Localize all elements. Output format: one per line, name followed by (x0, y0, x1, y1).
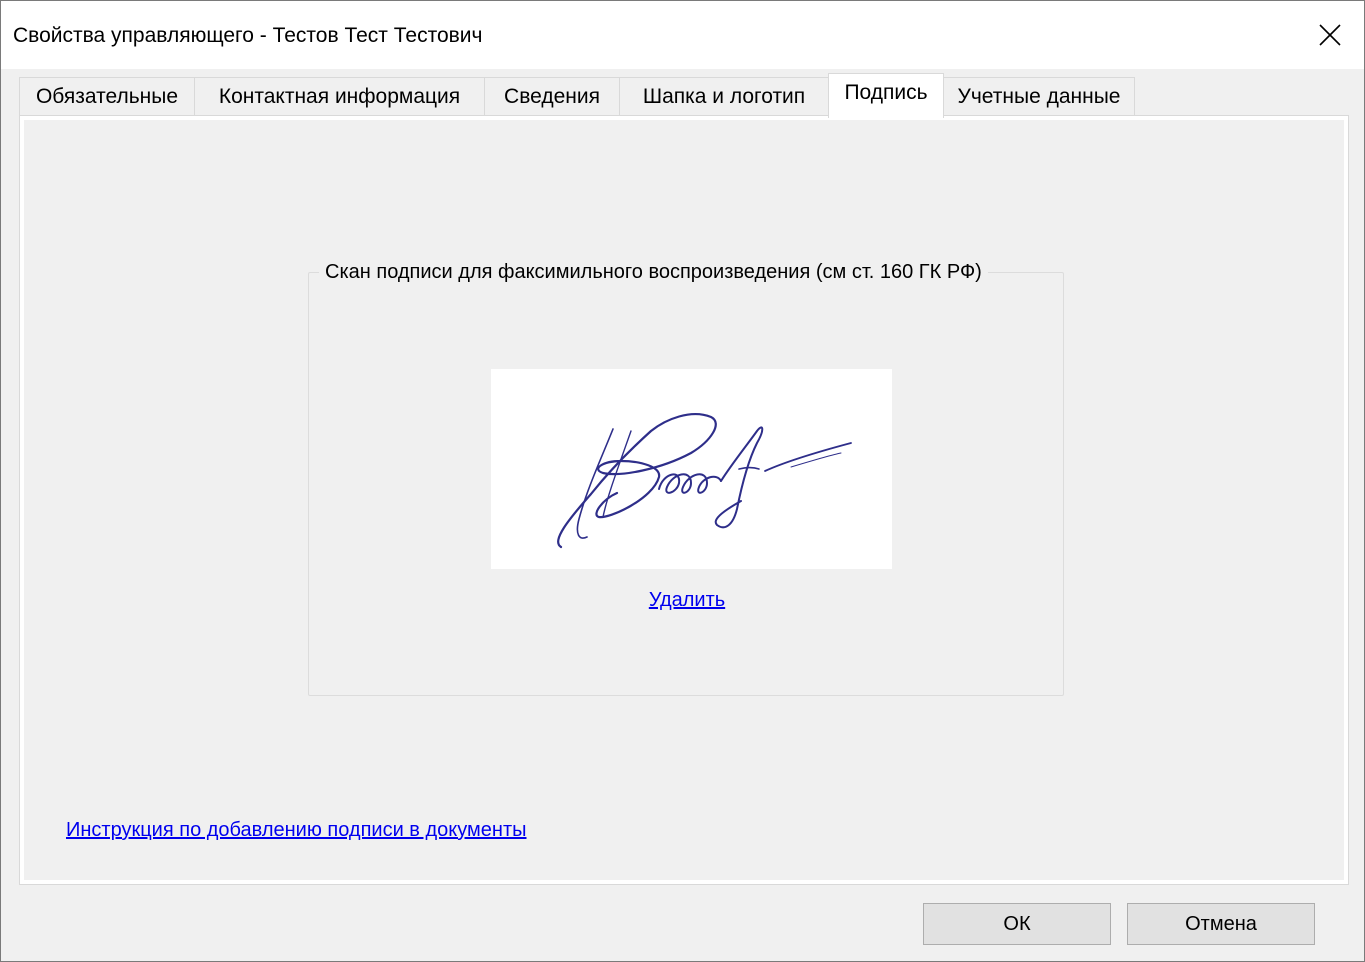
ok-button[interactable]: ОК (923, 903, 1111, 945)
tab-credentials[interactable]: Учетные данные (943, 77, 1135, 116)
tab-contact-info[interactable]: Контактная информация (194, 77, 485, 116)
signature-instructions-link[interactable]: Инструкция по добавлению подписи в докум… (66, 817, 527, 843)
title-bar: Свойства управляющего - Тестов Тест Тест… (1, 1, 1364, 69)
signature-group-legend: Скан подписи для факсимильного воспроизв… (319, 259, 988, 285)
tab-panel-content: Скан подписи для факсимильного воспроизв… (24, 120, 1344, 880)
close-button[interactable] (1296, 1, 1364, 69)
tab-panel: Скан подписи для факсимильного воспроизв… (19, 115, 1349, 885)
signature-image (491, 369, 892, 569)
tab-signature[interactable]: Подпись (828, 73, 944, 118)
signature-scan-icon (557, 413, 852, 549)
close-icon (1319, 24, 1341, 46)
window-title: Свойства управляющего - Тестов Тест Тест… (13, 24, 483, 47)
properties-dialog: Свойства управляющего - Тестов Тест Тест… (0, 0, 1365, 962)
signature-scan-group: Скан подписи для факсимильного воспроизв… (308, 259, 1065, 696)
delete-signature-link[interactable]: Удалить (309, 587, 1065, 613)
tab-header-logo[interactable]: Шапка и логотип (619, 77, 829, 116)
cancel-button[interactable]: Отмена (1127, 903, 1315, 945)
tab-required[interactable]: Обязательные (19, 77, 195, 116)
tab-details[interactable]: Сведения (484, 77, 620, 116)
